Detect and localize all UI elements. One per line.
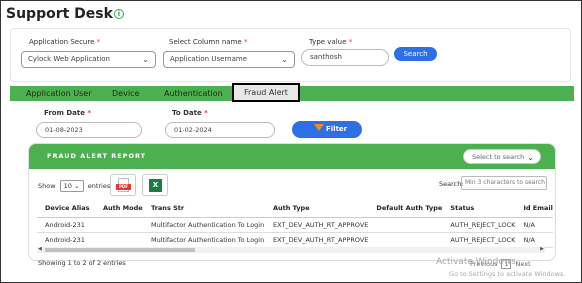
table-row: Android-231 Multifactor Authentication T… — [37, 217, 553, 233]
col-default-auth-type[interactable]: Default Auth Type — [368, 200, 443, 218]
entries-select-value: 10 — [63, 182, 72, 190]
chevron-down-icon: ⌄ — [142, 55, 149, 64]
col-device-alias[interactable]: Device Alias — [37, 200, 95, 218]
excel-file-icon: X — [149, 179, 162, 192]
col-id-email[interactable]: Id Email — [515, 200, 553, 218]
type-value-text: santhosh — [310, 53, 342, 61]
export-pdf-button[interactable]: PDF — [110, 174, 136, 196]
pdf-badge: PDF — [116, 184, 131, 190]
column-label: Select Column name * — [169, 38, 248, 46]
tab-fraud-alert[interactable]: Fraud Alert — [232, 83, 300, 102]
table-row: Android-231 Multifactor Authentication T… — [37, 232, 553, 248]
scroll-right-icon[interactable]: ▶ — [540, 246, 544, 252]
funnel-icon — [314, 124, 324, 131]
search-button[interactable]: Search — [394, 47, 437, 61]
type-value-input[interactable]: santhosh — [301, 49, 389, 66]
application-label-text: Application Secure — [29, 38, 95, 46]
entries-label: entries — [87, 182, 111, 190]
horizontal-scrollbar[interactable]: ◀ ▶ — [37, 246, 545, 253]
column-select[interactable]: Application Username ⌄ — [163, 51, 295, 68]
chevron-down-icon: ⌄ — [527, 153, 534, 162]
cell-device-alias: Android-231 — [37, 217, 95, 233]
type-value-label-text: Type value — [309, 38, 347, 46]
fraud-alert-report-panel: FRAUD ALERT REPORT Select to search ⌄ Sh… — [28, 143, 556, 261]
col-status[interactable]: Status — [442, 200, 516, 218]
filter-button[interactable]: Filter — [292, 121, 362, 138]
from-date-input[interactable]: 01-08-2023 — [36, 122, 142, 138]
tab-device[interactable]: Device — [112, 86, 139, 101]
table-search-input[interactable]: Min 3 characters to search — [461, 176, 547, 190]
page-title-text: Support Desk — [6, 6, 113, 22]
from-date-value: 01-08-2023 — [45, 126, 83, 134]
from-date-label: From Date * — [44, 109, 92, 117]
show-entries: Show 10 ⌄ entries — [38, 180, 110, 192]
tab-bar: Application User Device Authentication F… — [10, 83, 574, 102]
cell-device-alias: Android-231 — [37, 232, 95, 248]
column-select-value: Application Username — [170, 55, 248, 63]
cell-id-email: N/A — [515, 232, 553, 248]
windows-activation-hint: Go to Settings to activate Windows. — [449, 270, 566, 278]
report-select-placeholder: Select to search — [472, 153, 525, 161]
tab-application-user[interactable]: Application User — [26, 86, 91, 101]
cell-auth-mode — [95, 217, 143, 233]
scroll-left-icon[interactable]: ◀ — [38, 246, 42, 252]
report-search-select[interactable]: Select to search ⌄ — [463, 149, 541, 164]
cell-auth-type: EXT_DEV_AUTH_RT_APPROVE — [265, 217, 369, 233]
entries-select[interactable]: 10 ⌄ — [59, 180, 84, 192]
filter-button-label: Filter — [326, 125, 348, 133]
to-date-label: To Date * — [172, 109, 208, 117]
cell-default-auth-type — [368, 217, 443, 233]
to-date-value: 01-02-2024 — [174, 126, 212, 134]
show-label: Show — [38, 182, 56, 190]
col-auth-mode[interactable]: Auth Mode — [95, 200, 143, 218]
filter-card: Application Secure * Cylock Web Applicat… — [10, 28, 571, 82]
cell-trans-str: Multifactor Authentication To Login — [143, 232, 265, 248]
application-select-value: Cylock Web Application — [28, 55, 110, 63]
tab-authentication[interactable]: Authentication — [164, 86, 223, 101]
col-trans-str[interactable]: Trans Str — [143, 200, 265, 218]
col-auth-type[interactable]: Auth Type — [265, 200, 369, 218]
cell-trans-str: Multifactor Authentication To Login — [143, 217, 265, 233]
column-label-text: Select Column name — [169, 38, 242, 46]
showing-entries-text: Showing 1 to 2 of 2 entries — [38, 259, 126, 267]
cell-status: AUTH_REJECT_LOCK — [442, 232, 516, 248]
export-excel-button[interactable]: X — [142, 174, 168, 196]
to-date-label-text: To Date — [172, 109, 202, 117]
scrollbar-thumb[interactable] — [45, 248, 195, 252]
application-select[interactable]: Cylock Web Application ⌄ — [21, 51, 156, 68]
report-title: FRAUD ALERT REPORT — [47, 152, 147, 160]
type-value-label: Type value * — [309, 38, 353, 46]
from-date-label-text: From Date — [44, 109, 85, 117]
info-icon[interactable]: i — [113, 9, 124, 19]
to-date-input[interactable]: 01-02-2024 — [165, 122, 275, 138]
table-search-label: Search: — [439, 180, 464, 188]
cell-auth-type: EXT_DEV_AUTH_RT_APPROVE — [265, 232, 369, 248]
next-page-link[interactable]: Next — [515, 260, 530, 268]
application-label: Application Secure * — [29, 38, 101, 46]
cell-status: AUTH_REJECT_LOCK — [442, 217, 516, 233]
cell-auth-mode — [95, 232, 143, 248]
windows-activation-watermark: Activate Windows — [436, 257, 516, 267]
chevron-down-icon: ⌄ — [281, 55, 288, 64]
table-header-row: Device Alias Auth Mode Trans Str Auth Ty… — [37, 200, 553, 218]
report-header: FRAUD ALERT REPORT Select to search ⌄ — [29, 144, 555, 169]
page-title: Support Desk i — [6, 6, 124, 22]
cell-default-auth-type — [368, 232, 443, 248]
cell-id-email: N/A — [515, 217, 553, 233]
fraud-alert-table: Device Alias Auth Mode Trans Str Auth Ty… — [37, 200, 553, 248]
